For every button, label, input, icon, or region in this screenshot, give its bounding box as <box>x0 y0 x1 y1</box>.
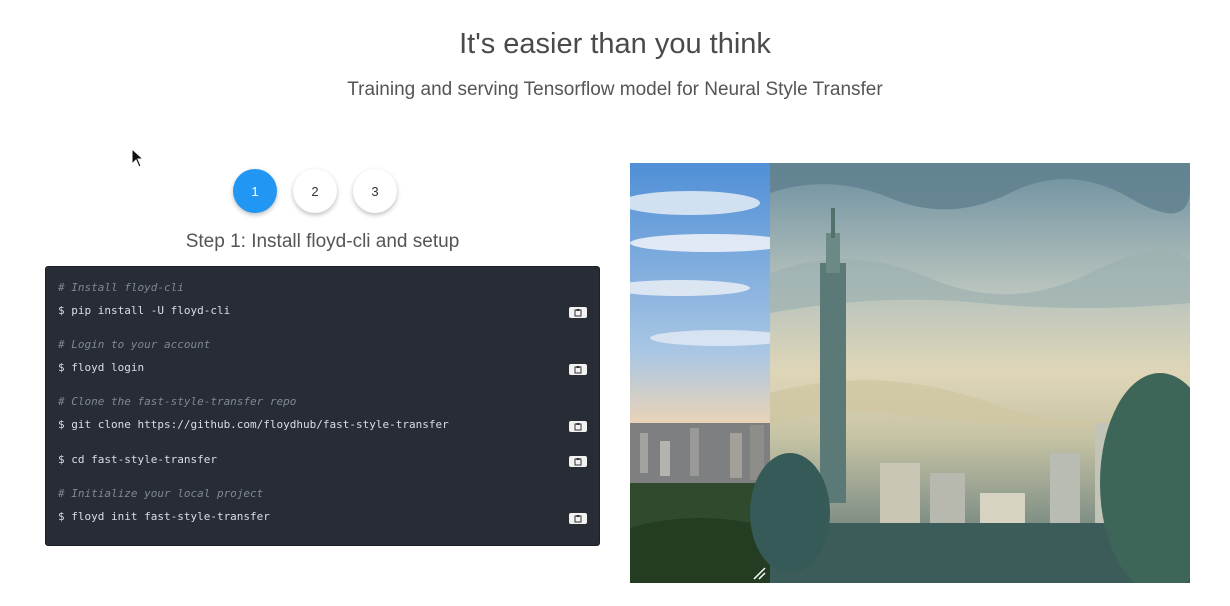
code-panel: # Install floyd-cli $ pip install -U flo… <box>45 266 600 546</box>
copy-button[interactable] <box>569 364 587 375</box>
clipboard-icon <box>574 365 582 373</box>
copy-button[interactable] <box>569 513 587 524</box>
code-command: $ cd fast-style-transfer <box>58 453 217 466</box>
page-title: It's easier than you think <box>459 28 771 60</box>
code-comment: # Initialize your local project <box>58 487 264 500</box>
comparison-image <box>630 163 1190 583</box>
clipboard-icon <box>574 514 582 522</box>
step-2-button[interactable]: 2 <box>293 169 337 213</box>
clipboard-icon <box>574 457 582 465</box>
copy-button[interactable] <box>569 456 587 467</box>
step-1-button[interactable]: 1 <box>233 169 277 213</box>
code-command: $ floyd init fast-style-transfer <box>58 510 270 523</box>
mouse-cursor-icon <box>131 148 145 168</box>
resize-handle-icon[interactable] <box>752 566 766 580</box>
code-block: # Initialize your local project $ floyd … <box>58 487 587 531</box>
code-comment: # Install floyd-cli <box>58 281 184 294</box>
clipboard-icon <box>574 308 582 316</box>
code-block: # Login to your account $ floyd login <box>58 338 587 382</box>
step-3-button[interactable]: 3 <box>353 169 397 213</box>
code-comment: # Login to your account <box>58 338 211 351</box>
code-comment: # Clone the fast-style-transfer repo <box>58 395 297 408</box>
code-block: # Install floyd-cli $ pip install -U flo… <box>58 281 587 325</box>
code-command: $ floyd login <box>58 361 145 374</box>
stylized-photo <box>750 163 1190 583</box>
step-title: Step 1: Install floyd-cli and setup <box>185 231 460 252</box>
style-transfer-comparison[interactable] <box>630 163 1190 583</box>
step-selector: 1 2 3 <box>233 169 397 213</box>
page-subtitle: Training and serving Tensorflow model fo… <box>347 79 883 100</box>
code-block: $ cd fast-style-transfer <box>58 430 587 474</box>
code-comment <box>58 430 587 452</box>
code-command: $ pip install -U floyd-cli <box>58 304 231 317</box>
copy-button[interactable] <box>569 307 587 318</box>
